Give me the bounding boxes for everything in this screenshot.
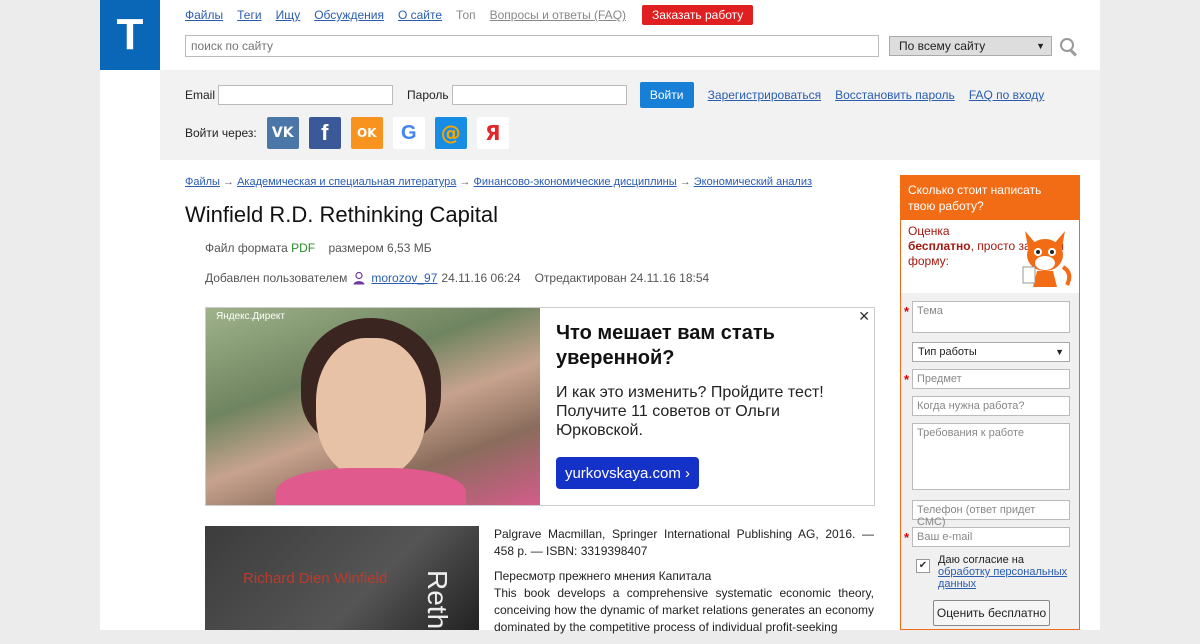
breadcrumb-sep: →: [679, 176, 691, 188]
ad-banner[interactable]: Яндекс.Директ ✕ Что мешает вам стать уве…: [205, 307, 875, 506]
file-meta: Файл формата PDF размером 6,53 МБ: [205, 241, 432, 255]
cover-author: Richard Dien Winfield: [243, 570, 388, 587]
required-mark: *: [904, 304, 910, 319]
intro-bold: бесплатно: [908, 239, 971, 253]
sidebar-header: Сколько стоит написать твою работу?: [901, 176, 1079, 220]
yandex-icon[interactable]: Я: [476, 117, 509, 149]
email-label: Email: [185, 88, 216, 102]
facebook-icon[interactable]: f: [308, 117, 341, 149]
consent-checkbox[interactable]: ✔: [916, 559, 930, 573]
uploader-link[interactable]: morozov_97: [371, 271, 437, 285]
subject-field[interactable]: Предмет: [912, 369, 1070, 389]
consent-link[interactable]: обработку персональных данных: [938, 566, 1067, 590]
book-description: Palgrave Macmillan, Springer Internation…: [494, 526, 874, 644]
logo-letter: T: [116, 10, 144, 59]
search-row: По всему сайту ▼: [185, 35, 1078, 57]
register-link[interactable]: Зарегистрироваться: [708, 88, 821, 102]
mailru-icon[interactable]: @: [434, 117, 467, 149]
breadcrumb-econ-analysis[interactable]: Экономический анализ: [694, 176, 812, 188]
search-scope-value: По всему сайту: [899, 39, 986, 53]
book-cover: Richard Dien Winfield Reth: [205, 526, 479, 630]
deadline-field[interactable]: Когда нужна работа?: [912, 396, 1070, 416]
close-icon[interactable]: ✕: [858, 308, 870, 325]
top-nav: Файлы Теги Ищу Обсуждения О сайте Топ Во…: [185, 5, 767, 25]
sidebar-intro: Оценка бесплатно, просто заполни форму:: [901, 220, 1079, 293]
nav-searching[interactable]: Ищу: [276, 8, 301, 22]
page: T Файлы Теги Ищу Обсуждения О сайте Топ …: [100, 0, 1100, 634]
social-login-label: Войти через:: [185, 126, 257, 140]
login-form: Email Пароль Войти Зарегистрироваться Во…: [185, 82, 1044, 108]
required-mark: *: [904, 372, 910, 387]
fox-mascot-icon: [1022, 231, 1072, 287]
book-abstract: This book develops a comprehensive syste…: [494, 586, 874, 634]
ad-tag: Яндекс.Директ: [216, 311, 285, 322]
book-subtitle: Пересмотр прежнего мнения Капитала: [494, 569, 712, 583]
login-faq-link[interactable]: FAQ по входу: [969, 88, 1045, 102]
password-field[interactable]: [451, 85, 627, 105]
order-work-button[interactable]: Заказать работу: [642, 5, 754, 25]
nav-files[interactable]: Файлы: [185, 8, 223, 22]
nav-discussions[interactable]: Обсуждения: [314, 8, 384, 22]
work-type-select[interactable]: Тип работы ▼: [912, 342, 1070, 362]
cover-title: Reth: [422, 570, 453, 630]
site-logo[interactable]: T: [100, 0, 160, 70]
format-label: Файл формата: [205, 241, 288, 255]
consent-row: ✔ Даю согласие на обработку персональных…: [916, 554, 1076, 590]
password-label: Пароль: [407, 88, 449, 102]
breadcrumb-sep: →: [223, 176, 235, 188]
search-icon[interactable]: [1059, 37, 1078, 57]
breadcrumb-finance[interactable]: Финансово-экономические дисциплины: [474, 176, 677, 188]
user-icon: [352, 271, 366, 285]
nav-faq[interactable]: Вопросы и ответы (FAQ): [490, 8, 626, 22]
upload-meta: Добавлен пользователем morozov_97 24.11.…: [205, 271, 709, 285]
edited-info: Отредактирован 24.11.16 18:54: [534, 271, 710, 285]
nav-tags[interactable]: Теги: [237, 8, 261, 22]
vk-icon[interactable]: VK: [266, 117, 299, 149]
ad-link-button[interactable]: yurkovskaya.com ›: [556, 457, 699, 489]
phone-field[interactable]: Телефон (ответ придет СМС): [912, 500, 1070, 528]
consent-text: Даю согласие на: [938, 554, 1024, 566]
restore-password-link[interactable]: Восстановить пароль: [835, 88, 955, 102]
google-icon[interactable]: G: [392, 117, 425, 149]
order-sidebar: Сколько стоит написать твою работу? Оцен…: [900, 175, 1080, 630]
estimate-button[interactable]: Оценить бесплатно: [933, 600, 1050, 626]
intro-text: Оценка: [908, 224, 950, 238]
social-login-row: Войти через: VK f OK G @ Я: [185, 117, 519, 149]
ad-photo: Яндекс.Директ: [206, 308, 540, 505]
page-title: Winfield R.D. Rethinking Capital: [185, 202, 499, 227]
file-format: PDF: [291, 241, 316, 255]
topic-field[interactable]: Тема: [912, 301, 1070, 333]
login-button[interactable]: Войти: [639, 82, 694, 108]
email-field[interactable]: [218, 85, 394, 105]
nav-about[interactable]: О сайте: [398, 8, 442, 22]
chevron-down-icon: ▼: [1055, 347, 1064, 357]
added-label: Добавлен пользователем: [205, 271, 348, 285]
breadcrumb-academic[interactable]: Академическая и специальная литература: [237, 176, 456, 188]
work-type-value: Тип работы: [918, 346, 977, 358]
required-mark: *: [904, 530, 910, 545]
ad-headline: Что мешает вам стать уверенной?: [556, 322, 775, 369]
email-field[interactable]: Ваш e-mail: [912, 527, 1070, 547]
search-scope-select[interactable]: По всему сайту ▼: [889, 36, 1052, 56]
search-input[interactable]: [185, 35, 879, 57]
nav-top[interactable]: Топ: [456, 8, 476, 22]
breadcrumb-files[interactable]: Файлы: [185, 176, 220, 188]
publisher-info: Palgrave Macmillan, Springer Internation…: [494, 527, 874, 558]
breadcrumb: Файлы → Академическая и специальная лите…: [185, 176, 812, 188]
chevron-down-icon: ▼: [1036, 41, 1045, 51]
requirements-field[interactable]: Требования к работе: [912, 423, 1070, 490]
odnoklassniki-icon[interactable]: OK: [350, 117, 383, 149]
file-size: размером 6,53 МБ: [328, 241, 432, 255]
added-date: 24.11.16 06:24: [441, 271, 521, 285]
breadcrumb-sep: →: [459, 176, 471, 188]
ad-body: И как это изменить? Пройдите тест! Получ…: [556, 384, 824, 439]
